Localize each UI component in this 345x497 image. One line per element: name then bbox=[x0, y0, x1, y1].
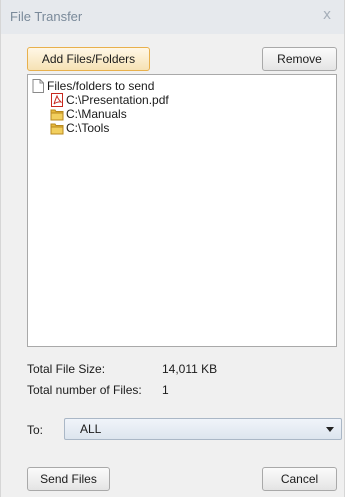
folder-icon bbox=[50, 107, 64, 121]
files-list[interactable]: Files/folders to send C:\Presentation.pd… bbox=[27, 74, 337, 347]
file-transfer-window: File Transfer x Add Files/Folders Remove… bbox=[0, 0, 345, 497]
tree-item-label: C:\Presentation.pdf bbox=[66, 93, 169, 107]
destination-label: To: bbox=[27, 423, 44, 437]
send-files-button[interactable]: Send Files bbox=[27, 467, 110, 491]
document-icon bbox=[31, 79, 45, 93]
tree-item-label: C:\Tools bbox=[66, 121, 110, 135]
window-title: File Transfer bbox=[10, 9, 83, 24]
total-files-count-value: 1 bbox=[162, 383, 169, 397]
total-file-size-value: 14,011 KB bbox=[162, 362, 218, 376]
tree-item-label: C:\Manuals bbox=[66, 107, 127, 121]
cancel-button[interactable]: Cancel bbox=[262, 467, 337, 491]
close-icon[interactable]: x bbox=[318, 6, 336, 24]
chevron-down-icon bbox=[326, 427, 334, 432]
add-files-folders-button[interactable]: Add Files/Folders bbox=[27, 47, 150, 71]
remove-button[interactable]: Remove bbox=[262, 47, 337, 71]
destination-select[interactable]: ALL bbox=[64, 418, 342, 440]
destination-selected-value: ALL bbox=[80, 422, 102, 436]
folder-icon bbox=[50, 121, 64, 135]
pdf-icon bbox=[50, 93, 64, 107]
title-bar: File Transfer x bbox=[1, 0, 344, 34]
tree-root-label: Files/folders to send bbox=[47, 79, 155, 93]
total-files-count-label: Total number of Files: bbox=[27, 383, 142, 397]
total-file-size-label: Total File Size: bbox=[27, 362, 106, 376]
